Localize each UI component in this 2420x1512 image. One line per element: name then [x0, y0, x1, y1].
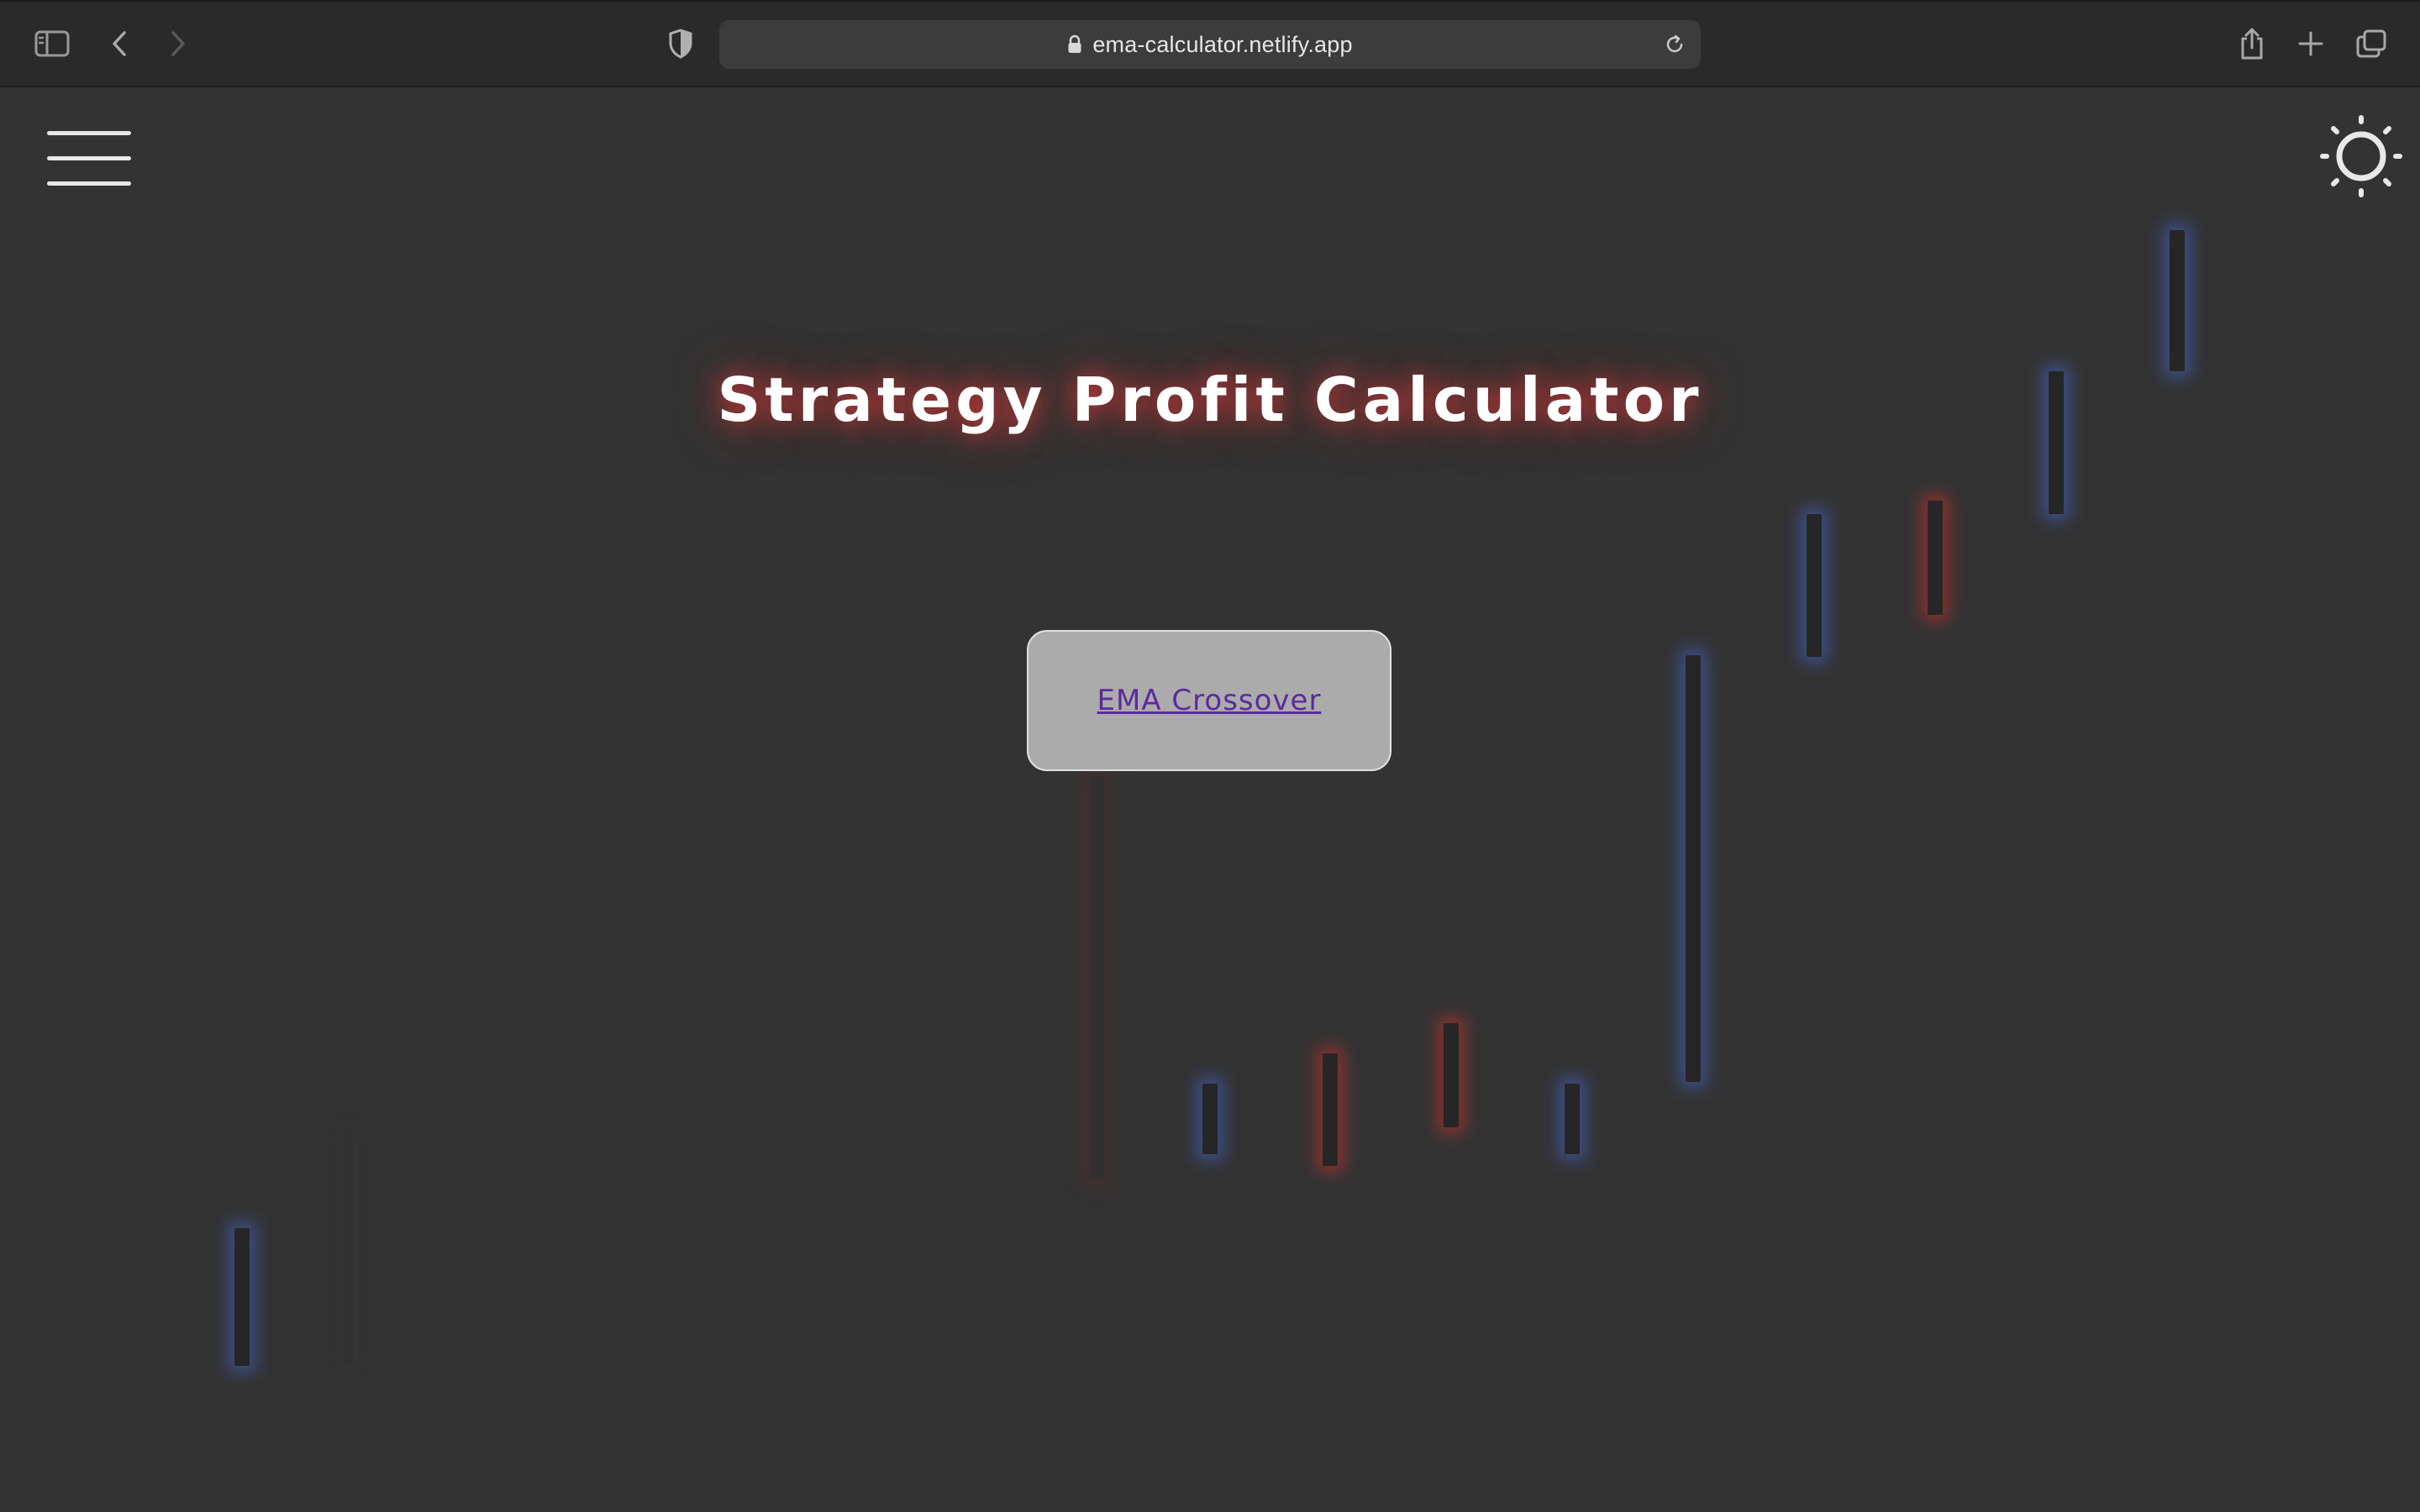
lock-icon [1067, 34, 1082, 55]
plus-icon [2298, 31, 2323, 56]
page-content: Strategy Profit Calculator EMA Crossover [0, 87, 2420, 1512]
back-button[interactable] [96, 20, 143, 67]
reload-icon [1666, 34, 1683, 53]
tab-overview-button[interactable] [2348, 20, 2395, 67]
url-text: ema-calculator.netlify.app [1092, 31, 1353, 57]
sidebar-icon [34, 30, 70, 57]
share-button[interactable] [2228, 20, 2275, 67]
privacy-shield-icon [669, 29, 692, 59]
sidebar-toggle-button[interactable] [29, 20, 76, 67]
candle-decoration [1202, 1084, 1218, 1154]
candle-decoration [1807, 514, 1822, 657]
candle-decoration [345, 1129, 353, 1364]
theme-toggle-button[interactable] [2316, 111, 2407, 202]
privacy-report-button[interactable] [657, 20, 704, 67]
tab-overview-icon [2356, 29, 2386, 58]
browser-toolbar: ema-calculator.netlify.app [0, 0, 2420, 87]
share-icon [2241, 28, 2263, 60]
address-bar[interactable]: ema-calculator.netlify.app [719, 20, 1701, 69]
menu-button[interactable] [45, 124, 133, 192]
forward-button[interactable] [155, 20, 202, 67]
candle-decoration [1323, 1053, 1338, 1166]
strategy-card-ema-crossover[interactable]: EMA Crossover [1027, 630, 1392, 771]
candle-decoration [1089, 776, 1104, 1179]
page-title: Strategy Profit Calculator [717, 365, 1703, 435]
new-tab-button[interactable] [2287, 20, 2334, 67]
candle-decoration [1686, 655, 1701, 1082]
candle-decoration [2170, 230, 2185, 371]
candle-decoration [1444, 1023, 1459, 1127]
chevron-left-icon [113, 31, 126, 56]
chevron-right-icon [171, 31, 185, 56]
candle-decoration [1928, 501, 1943, 615]
sun-icon [2320, 115, 2402, 197]
candle-decoration [1565, 1084, 1580, 1154]
ema-crossover-link[interactable]: EMA Crossover [1097, 684, 1322, 717]
reload-button[interactable] [1657, 27, 1692, 62]
candle-decoration [234, 1228, 250, 1366]
